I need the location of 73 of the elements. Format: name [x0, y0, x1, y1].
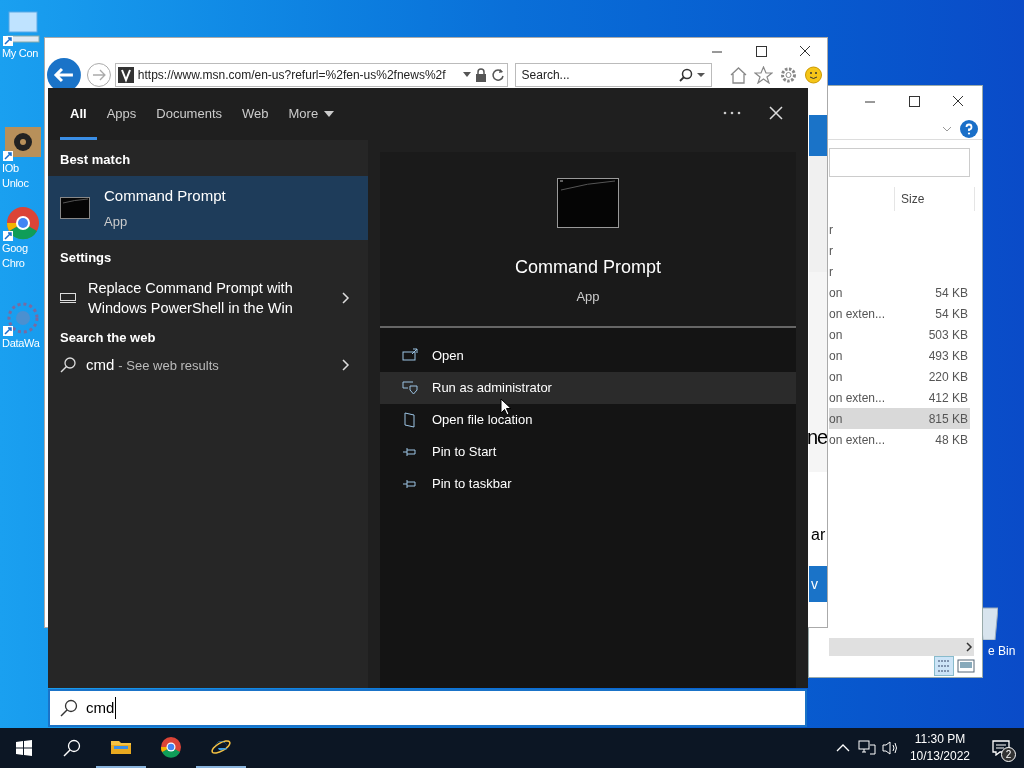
file-row[interactable]: r — [829, 261, 970, 282]
page-heading: ne — [807, 425, 827, 450]
result-item[interactable]: Command Prompt App — [48, 176, 368, 240]
tab[interactable]: More — [278, 88, 345, 140]
tab[interactable]: Documents — [146, 88, 232, 140]
preview-subtitle: App — [576, 288, 600, 306]
shield-icon — [402, 380, 418, 396]
chevron-right-icon — [342, 292, 350, 304]
desktop-icon-label: e Bin — [988, 643, 1016, 660]
page-button[interactable]: v — [809, 566, 827, 602]
chevron-right-icon — [964, 642, 974, 652]
horizontal-scrollbar[interactable] — [829, 638, 974, 656]
smiley-icon[interactable] — [804, 66, 823, 84]
dropdown-icon — [462, 72, 471, 78]
tab[interactable]: Apps — [96, 88, 147, 140]
thumbnail-view-icon[interactable] — [956, 656, 976, 676]
file-row[interactable]: r — [829, 219, 970, 240]
preview-title: Command Prompt — [514, 256, 662, 279]
chevron-right-icon — [342, 359, 350, 371]
clock[interactable]: 11:30 PM 10/13/2022 — [905, 731, 974, 765]
result-item[interactable]: cmd - See web results — [48, 350, 368, 380]
terminal-icon — [60, 197, 90, 219]
action-item[interactable]: Open — [380, 340, 796, 372]
search-icon — [60, 699, 78, 717]
page-text: ar — [811, 525, 826, 545]
file-row[interactable]: r — [829, 240, 970, 261]
result-item[interactable]: Replace Command Prompt with Windows PowerShell in the Win — [48, 274, 368, 322]
search-icon — [63, 739, 81, 757]
notification-button[interactable]: 2 — [978, 728, 1024, 768]
file-row[interactable]: on 220 KB — [829, 366, 970, 387]
help-icon[interactable] — [960, 119, 978, 138]
chrome-icon — [160, 736, 182, 758]
action-item[interactable]: Open file location — [380, 404, 796, 436]
chevron-down-icon[interactable] — [942, 124, 952, 133]
site-icon — [117, 67, 134, 83]
section-heading: Settings — [59, 249, 113, 267]
search-field[interactable] — [829, 148, 970, 177]
star-icon[interactable] — [754, 66, 773, 84]
volume-icon[interactable] — [881, 740, 900, 756]
windows-icon — [16, 740, 32, 756]
mouse-cursor-icon — [500, 398, 512, 416]
search-field[interactable]: Search... — [514, 63, 712, 87]
file-row[interactable]: on 815 KB — [829, 408, 970, 429]
action-item[interactable]: Run as administrator — [380, 372, 796, 404]
search-icon — [679, 68, 693, 82]
file-row[interactable]: on exten... 54 KB — [829, 303, 970, 324]
section-heading: Search the web — [59, 329, 157, 347]
file-row[interactable]: on exten... 412 KB — [829, 387, 970, 408]
file-row[interactable]: on 493 KB — [829, 345, 970, 366]
file-row[interactable]: on 54 KB — [829, 282, 970, 303]
monitor-icon — [60, 293, 76, 303]
folder-icon — [402, 412, 418, 428]
action-item[interactable]: Pin to Start — [380, 436, 796, 468]
action-item[interactable]: Pin to taskbar — [380, 468, 796, 500]
file-row[interactable]: on exten... 48 KB — [829, 429, 970, 450]
page-banner — [809, 115, 827, 156]
network-icon[interactable] — [857, 740, 876, 756]
search-icon — [60, 357, 76, 373]
lock-icon — [474, 68, 487, 82]
notification-badge: 2 — [1001, 747, 1016, 762]
message-icon — [992, 740, 1010, 756]
tab[interactable]: Web — [232, 88, 279, 140]
chevron-up-icon[interactable] — [835, 743, 850, 753]
open-icon — [402, 348, 418, 364]
address-field[interactable]: https://www.msn.com/en-us?refurl=%2fen-us%2fnews%2f — [114, 63, 508, 87]
column-header[interactable]: Size — [895, 187, 975, 211]
settings-icon[interactable] — [779, 66, 798, 84]
section-heading: Best match — [59, 151, 132, 169]
file-row[interactable]: on 503 KB — [829, 324, 970, 345]
search-box[interactable]: cmd — [48, 689, 807, 727]
refresh-icon[interactable] — [490, 68, 505, 82]
home-icon[interactable] — [729, 66, 748, 84]
terminal-icon — [557, 178, 619, 228]
